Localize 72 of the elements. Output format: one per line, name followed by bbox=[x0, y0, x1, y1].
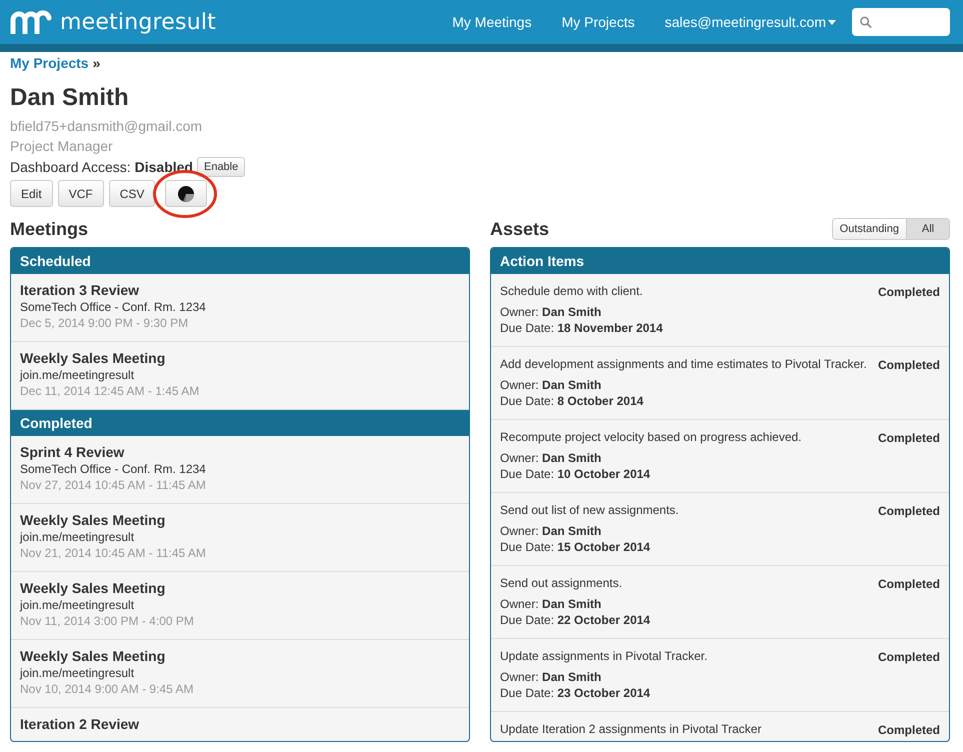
status-label: Completed bbox=[878, 431, 940, 447]
owner-line: Owner: Dan Smith bbox=[500, 450, 602, 466]
due-date-line: Due Date: 18 November 2014 bbox=[500, 320, 663, 336]
meeting-title[interactable]: Iteration 3 Review bbox=[20, 282, 460, 299]
action-item-text: Recompute project velocity based on progress achieved. bbox=[500, 429, 802, 445]
enable-button[interactable]: Enable bbox=[196, 157, 246, 177]
meeting-location: join.me/meetingresult bbox=[20, 597, 136, 613]
due-date-line: Due Date: 10 October 2014 bbox=[500, 466, 652, 482]
action-item-text: Add development assignments and time estimates to Pivotal Tracker. bbox=[500, 356, 867, 372]
action-button[interactable]: CSV bbox=[108, 180, 156, 207]
brand-name[interactable]: meetingresult bbox=[60, 10, 216, 34]
due-date-line: Due Date: 23 October 2014 bbox=[500, 685, 652, 701]
meeting-title[interactable]: Weekly Sales Meeting bbox=[20, 580, 460, 597]
panel-header: Action Items bbox=[491, 248, 949, 274]
filter-toggle[interactable]: All bbox=[907, 219, 949, 239]
section-title: Assets bbox=[490, 218, 550, 240]
meeting-title[interactable]: Weekly Sales Meeting bbox=[20, 350, 460, 367]
meeting-time: Nov 10, 2014 9:00 AM - 9:45 AM bbox=[20, 681, 194, 697]
status-label: Completed bbox=[878, 723, 940, 739]
action-button[interactable]: VCF bbox=[58, 180, 104, 207]
account-menu[interactable]: sales@meetingresult.com bbox=[664, 14, 836, 30]
dashboard-access-label: Dashboard Access: bbox=[10, 159, 131, 175]
meeting-time: Nov 27, 2014 10:45 AM - 11:45 AM bbox=[20, 477, 207, 493]
status-label: Completed bbox=[878, 577, 940, 593]
status-label: Completed bbox=[878, 358, 940, 374]
person-name: Dan Smith bbox=[10, 84, 130, 112]
caret-icon bbox=[828, 20, 836, 24]
group-header: Scheduled bbox=[11, 248, 469, 274]
breadcrumb-link[interactable]: My Projects bbox=[10, 55, 89, 71]
meeting-location: join.me/meetingresult bbox=[20, 529, 136, 545]
filter-toggle[interactable]: Outstanding bbox=[832, 219, 907, 239]
chart-button[interactable] bbox=[165, 180, 208, 207]
meeting-time: Dec 11, 2014 12:45 AM - 1:45 AM bbox=[20, 383, 200, 399]
owner-line: Owner: Dan Smith bbox=[500, 304, 602, 320]
action-item-text: Update Iteration 2 assignments in Pivotal Tracker bbox=[500, 721, 762, 737]
due-date-line: Due Date: 15 October 2014 bbox=[500, 539, 652, 555]
meeting-location: SomeTech Office - Conf. Rm. 1234 bbox=[20, 299, 207, 315]
owner-line: Owner: Dan Smith bbox=[500, 523, 602, 539]
person-email: bfield75+dansmith@gmail.com bbox=[10, 117, 204, 136]
meeting-title[interactable]: Weekly Sales Meeting bbox=[20, 512, 460, 529]
pie-chart-icon bbox=[177, 184, 196, 202]
group-header: Completed bbox=[11, 410, 469, 436]
meeting-time: Nov 11, 2014 3:00 PM - 4:00 PM bbox=[20, 613, 195, 629]
breadcrumb-separator: » bbox=[92, 55, 100, 71]
owner-line: Owner: Dan Smith bbox=[500, 669, 602, 685]
meeting-title[interactable]: Iteration 2 Review bbox=[20, 716, 460, 733]
meeting-time: Nov 21, 2014 10:45 AM - 11:45 AM bbox=[20, 545, 207, 561]
search-field[interactable] bbox=[852, 8, 950, 36]
action-item-text: Send out assignments. bbox=[500, 575, 624, 591]
section-title: Meetings bbox=[10, 218, 88, 240]
action-item-text: Send out list of new assignments. bbox=[500, 502, 679, 518]
action-button[interactable]: Edit bbox=[10, 180, 53, 207]
status-label: Completed bbox=[878, 650, 940, 666]
due-date-line: Due Date: 8 October 2014 bbox=[500, 393, 644, 409]
meeting-location: join.me/meetingresult bbox=[20, 367, 136, 383]
owner-line: Owner: Dan Smith bbox=[500, 596, 602, 612]
owner-line: Owner: Dan Smith bbox=[500, 377, 602, 393]
meeting-title[interactable]: Sprint 4 Review bbox=[20, 444, 460, 461]
logo-icon bbox=[10, 10, 52, 34]
meeting-location: SomeTech Office - Conf. Rm. 1234 bbox=[20, 461, 207, 477]
person-role: Project Manager bbox=[10, 137, 114, 156]
meeting-time: Dec 5, 2014 9:00 PM - 9:30 PM bbox=[20, 315, 190, 331]
action-item-text: Update assignments in Pivotal Tracker. bbox=[500, 648, 708, 664]
nav-link[interactable]: My Projects bbox=[562, 14, 635, 30]
action-item-text: Schedule demo with client. bbox=[500, 283, 644, 299]
meeting-title[interactable]: Weekly Sales Meeting bbox=[20, 648, 460, 665]
status-label: Completed bbox=[878, 285, 940, 301]
nav-link[interactable]: My Meetings bbox=[452, 14, 532, 30]
meeting-location: join.me/meetingresult bbox=[20, 665, 136, 681]
status-label: Completed bbox=[878, 504, 940, 520]
search-icon bbox=[860, 16, 872, 28]
due-date-line: Due Date: 22 October 2014 bbox=[500, 612, 650, 628]
